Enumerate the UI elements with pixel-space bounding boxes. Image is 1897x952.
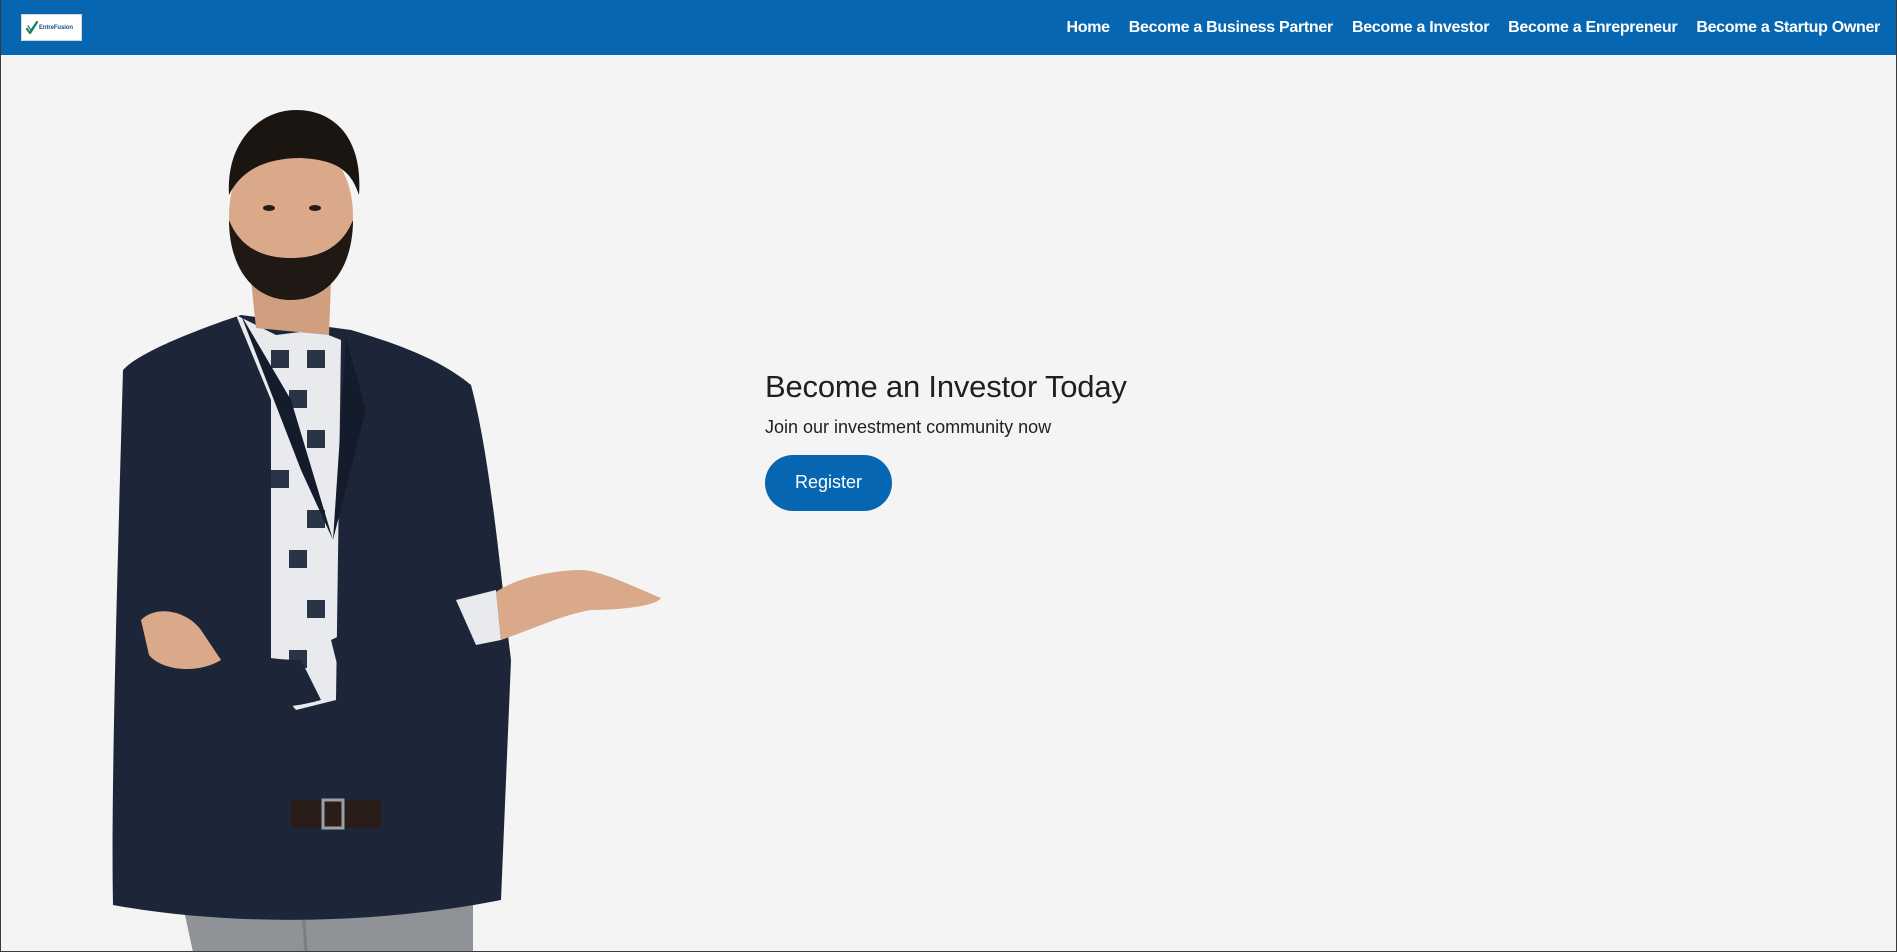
hero-title: Become an Investor Today: [765, 369, 1127, 404]
nav-investor[interactable]: Become a Investor: [1352, 19, 1489, 37]
nav-startup-owner[interactable]: Become a Startup Owner: [1696, 19, 1880, 37]
hero-image: [112, 110, 661, 951]
nav-business-partner[interactable]: Become a Business Partner: [1129, 19, 1333, 37]
page: EntreFusion Home Become a Business Partn…: [0, 0, 1897, 952]
site-logo[interactable]: EntreFusion: [21, 14, 82, 41]
hero-subtitle: Join our investment community now: [765, 417, 1052, 438]
main-nav: Home Become a Business Partner Become a …: [1067, 0, 1881, 55]
hero-section: Become an Investor Today Join our invest…: [765, 368, 1265, 511]
nav-home[interactable]: Home: [1067, 19, 1111, 37]
navbar: EntreFusion Home Become a Business Partn…: [1, 0, 1896, 55]
register-button[interactable]: Register: [765, 454, 892, 511]
checkmark-logo-icon: [26, 20, 38, 34]
logo-text: EntreFusion: [39, 24, 73, 31]
nav-entrepreneur[interactable]: Become a Enrepreneur: [1508, 19, 1677, 37]
